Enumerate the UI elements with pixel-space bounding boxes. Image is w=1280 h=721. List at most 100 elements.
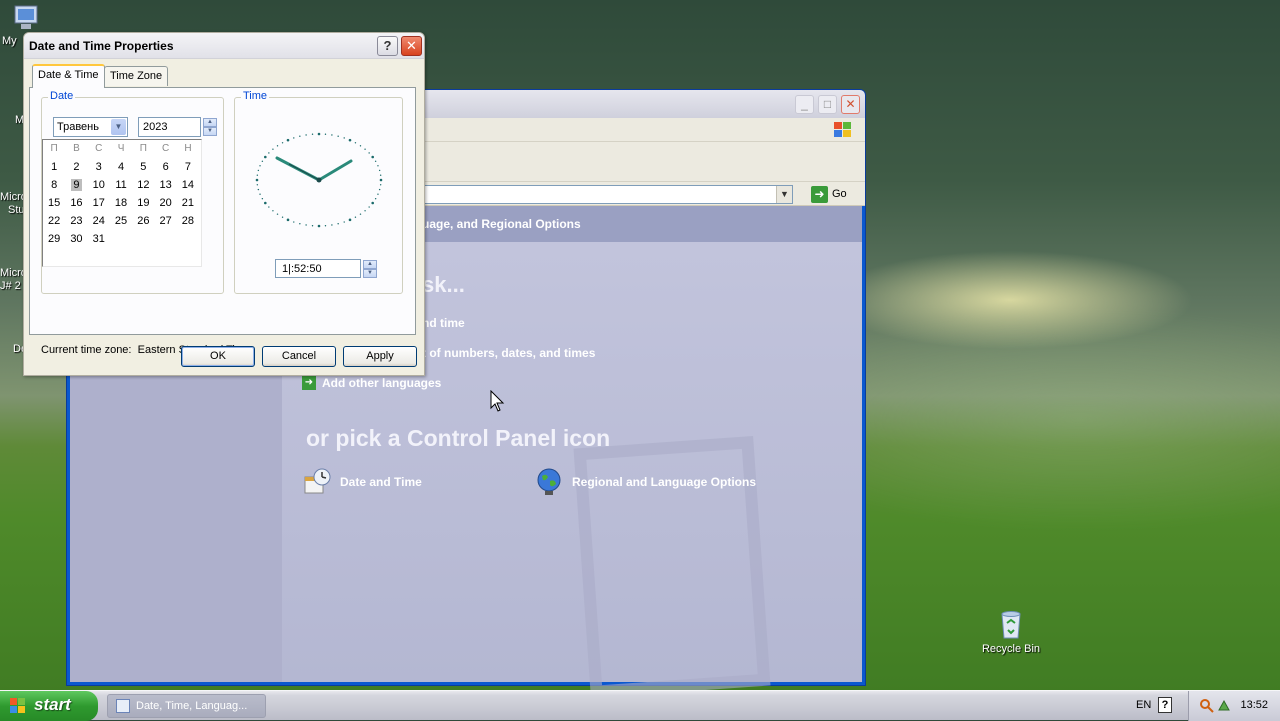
clock-tick [371,201,374,205]
calendar-week: 1 2 3 4 5 6 7 [43,158,201,176]
calendar-day[interactable]: 2 [65,158,87,176]
cp-item-label: Regional and Language Options [572,475,757,489]
month-select[interactable]: Травень ▼ [53,117,128,137]
desktop-icon-recycle-bin[interactable]: Recycle Bin [978,608,1044,655]
clock-tick [256,174,259,176]
dialog-titlebar[interactable]: Date and Time Properties ? ✕ [24,33,424,59]
clock-tick [374,198,377,200]
clock-tick [368,152,370,154]
start-button[interactable]: start [0,691,98,721]
date-time-dialog[interactable]: Date and Time Properties ? ✕ Date & Time… [23,32,425,376]
chevron-down-icon[interactable]: ▼ [776,186,792,203]
spin-down-icon[interactable]: ▼ [363,269,377,278]
calendar-day[interactable]: 22 [43,212,65,230]
clock-tick [276,213,279,215]
task-link-number-format[interactable]: t of numbers, dates, and times [422,346,595,360]
weekday-header: Ч [117,143,125,154]
year-spinner[interactable]: ▲ ▼ [203,118,217,137]
clock-tick [379,174,382,176]
time-input[interactable]: 1|:52:50 [275,259,361,278]
calendar-day[interactable]: 13 [154,176,176,194]
calendar-day[interactable]: 30 [65,230,87,248]
minimize-button[interactable]: _ [795,95,814,114]
start-label: start [34,695,71,714]
task-link-date-time[interactable]: nd time [422,316,465,330]
calendar-day[interactable]: 26 [132,212,154,230]
recycle-bin-label: Recycle Bin [981,643,1041,655]
cp-item-regional[interactable]: Regional and Language Options [534,467,756,497]
calendar-day[interactable]: 12 [132,176,154,194]
cancel-button[interactable]: Cancel [262,346,336,367]
calendar-day[interactable]: 25 [110,212,132,230]
cp-item-date-time[interactable]: Date and Time [302,467,422,497]
calendar-day[interactable]: 3 [88,158,110,176]
calendar-day[interactable]: 18 [110,194,132,212]
calendar-day[interactable]: 29 [43,230,65,248]
clock-tick [337,223,339,225]
calendar-day[interactable]: 24 [88,212,110,230]
calendar-day[interactable]: 5 [132,158,154,176]
calendar-day[interactable]: 27 [154,212,176,230]
calendar-grid[interactable]: П В С Ч П С Н 1 2 3 4 5 6 7 8 9 10 11 12… [42,139,202,267]
green-arrow-icon: ➜ [302,376,316,390]
maximize-button[interactable]: □ [818,95,837,114]
calendar-day[interactable]: 28 [177,212,199,230]
cp-close-button[interactable]: ✕ [841,95,860,114]
clock-tick [337,135,339,137]
pick-icon-heading: or pick a Control Panel icon [306,425,611,451]
clock-tick [317,132,321,136]
weekday-header: С [162,143,170,154]
calendar-day[interactable]: 6 [154,158,176,176]
calendar-day[interactable]: 15 [43,194,65,212]
clock-tick [379,178,383,182]
network-icon[interactable] [1217,698,1232,713]
calendar-day[interactable]: 17 [88,194,110,212]
analog-clock-icon [255,132,383,228]
calendar-day[interactable]: 19 [132,194,154,212]
clock-tick [281,216,284,218]
calendar-day [132,230,154,248]
tab-time-zone[interactable]: Time Zone [104,66,169,86]
calendar-day[interactable]: 14 [177,176,199,194]
clock-tick [377,165,379,167]
tab-date-time[interactable]: Date & Time [32,64,105,88]
calendar-day[interactable]: 23 [65,212,87,230]
calendar-day[interactable]: 31 [88,230,110,248]
time-spinner[interactable]: ▲ ▼ [363,260,377,279]
calendar-day[interactable]: 10 [88,176,110,194]
taskbar-window-button[interactable]: Date, Time, Languag... [107,694,266,718]
calendar-day[interactable]: 4 [110,158,132,176]
address-input[interactable]: ▼ [423,185,793,204]
ok-button[interactable]: OK [181,346,255,367]
help-icon[interactable]: ? [1158,697,1172,713]
tab-panel: Date Травень ▼ 2023 ▲ ▼ П В С Ч П С Н 1 … [29,87,416,356]
calendar-day[interactable]: 21 [177,194,199,212]
calendar-day[interactable]: 16 [65,194,87,212]
weekday-header: В [73,143,80,154]
calendar-day[interactable]: 1 [43,158,65,176]
spin-down-icon[interactable]: ▼ [203,127,217,136]
help-button[interactable]: ? [377,36,398,56]
go-button[interactable]: ➜ Go [811,184,847,204]
go-label: Go [832,188,847,200]
clock-tick [281,142,284,144]
year-input[interactable]: 2023 [138,117,201,137]
close-button[interactable]: ✕ [401,36,422,56]
calendar-day[interactable]: 8 [43,176,65,194]
windows-flag-icon [10,698,25,713]
task-link-add-languages[interactable]: ➜ Add other languages [302,376,441,390]
spin-up-icon[interactable]: ▲ [363,260,377,269]
language-indicator[interactable]: EN [1136,699,1151,711]
clock-tick [343,221,345,223]
calendar-day[interactable]: 7 [177,158,199,176]
spin-up-icon[interactable]: ▲ [203,118,217,127]
calendar-day[interactable]: 11 [110,176,132,194]
calendar-day-selected[interactable]: 9 [65,176,87,194]
apply-button[interactable]: Apply [343,346,417,367]
calendar-day[interactable]: 20 [154,194,176,212]
search-icon[interactable] [1199,698,1214,713]
clock-tick [286,138,290,142]
clock-tick [264,155,267,159]
chevron-down-icon[interactable]: ▼ [111,119,126,135]
clock-tick [257,188,260,191]
